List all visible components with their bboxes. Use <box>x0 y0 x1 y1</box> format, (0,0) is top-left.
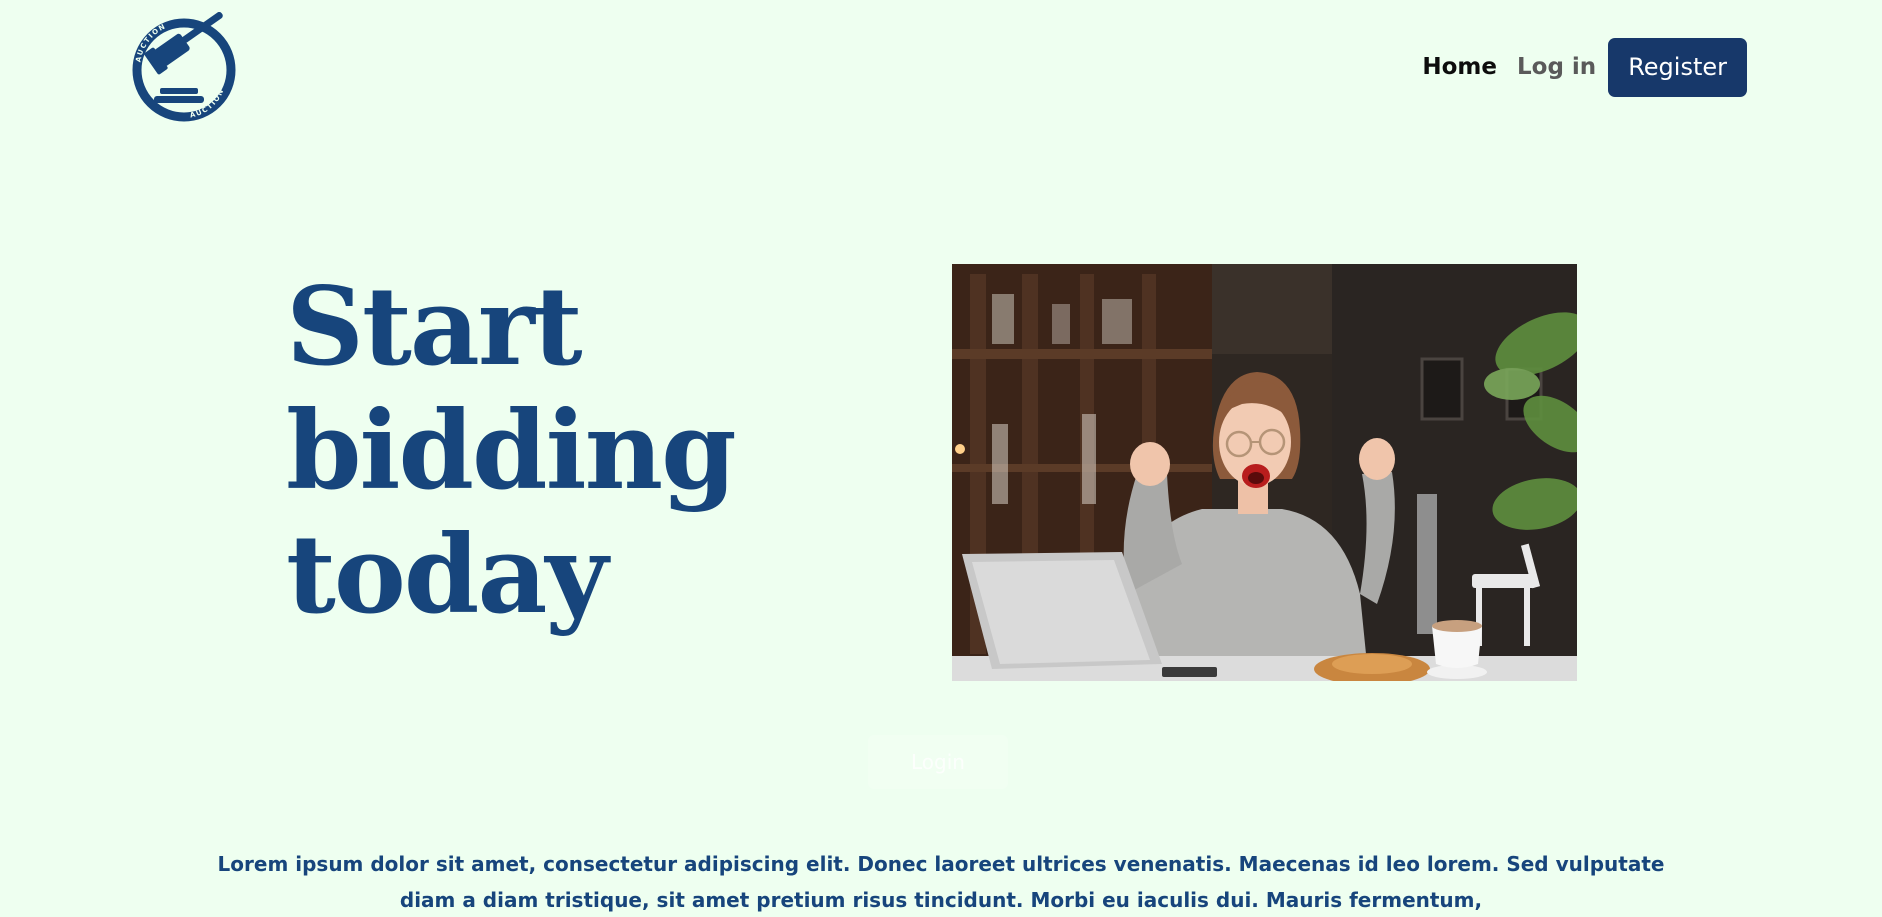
hero-title-line: today <box>286 512 608 638</box>
hero-title: Start bidding today <box>286 265 846 637</box>
nav-login-link[interactable]: Log in <box>1507 37 1606 97</box>
page: AUCTION AUCTION Home Log in Register Sta… <box>0 0 1882 917</box>
hero-title-line: bidding <box>286 388 737 514</box>
nav-home-link[interactable]: Home <box>1412 37 1507 97</box>
hero-photo <box>952 264 1577 681</box>
main-nav: Home Log in Register <box>1412 37 1747 97</box>
intro-text: Lorem ipsum dolor sit amet, consectetur … <box>217 852 1665 912</box>
register-button[interactable]: Register <box>1608 37 1747 97</box>
hero-login-button[interactable]: Login <box>868 735 1008 789</box>
auction-logo[interactable]: AUCTION AUCTION <box>126 12 242 122</box>
hero-title-line: Start <box>286 264 583 390</box>
